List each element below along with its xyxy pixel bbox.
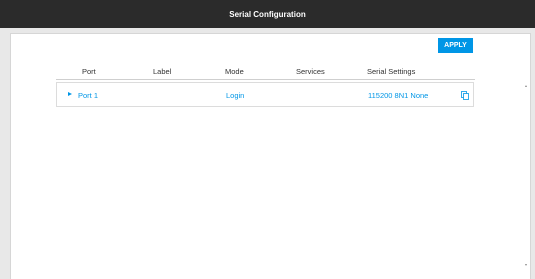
- page-title: Serial Configuration: [229, 9, 306, 19]
- caret-right-icon[interactable]: [68, 92, 72, 96]
- column-header-serial-settings: Serial Settings: [367, 67, 416, 76]
- scroll-down-icon[interactable]: [525, 264, 527, 266]
- column-header-label: Label: [153, 67, 172, 76]
- table-header: Port Label Mode Services Serial Settings: [56, 65, 475, 80]
- mode-cell: Login: [226, 91, 245, 100]
- vertical-scrollbar[interactable]: [522, 82, 531, 269]
- column-header-port: Port: [82, 67, 96, 76]
- port-cell[interactable]: Port 1: [78, 91, 98, 100]
- copy-icon[interactable]: [461, 91, 469, 100]
- column-header-services: Services: [296, 67, 325, 76]
- top-bar: Serial Configuration: [0, 0, 535, 28]
- serial-settings-cell: 115200 8N1 None: [368, 91, 429, 100]
- column-header-mode: Mode: [225, 67, 244, 76]
- config-panel: APPLY Port Label Mode Services Serial Se…: [10, 33, 531, 279]
- table-row[interactable]: Port 1 Login 115200 8N1 None: [56, 82, 474, 107]
- apply-button[interactable]: APPLY: [438, 38, 473, 53]
- scroll-up-icon[interactable]: [525, 85, 527, 87]
